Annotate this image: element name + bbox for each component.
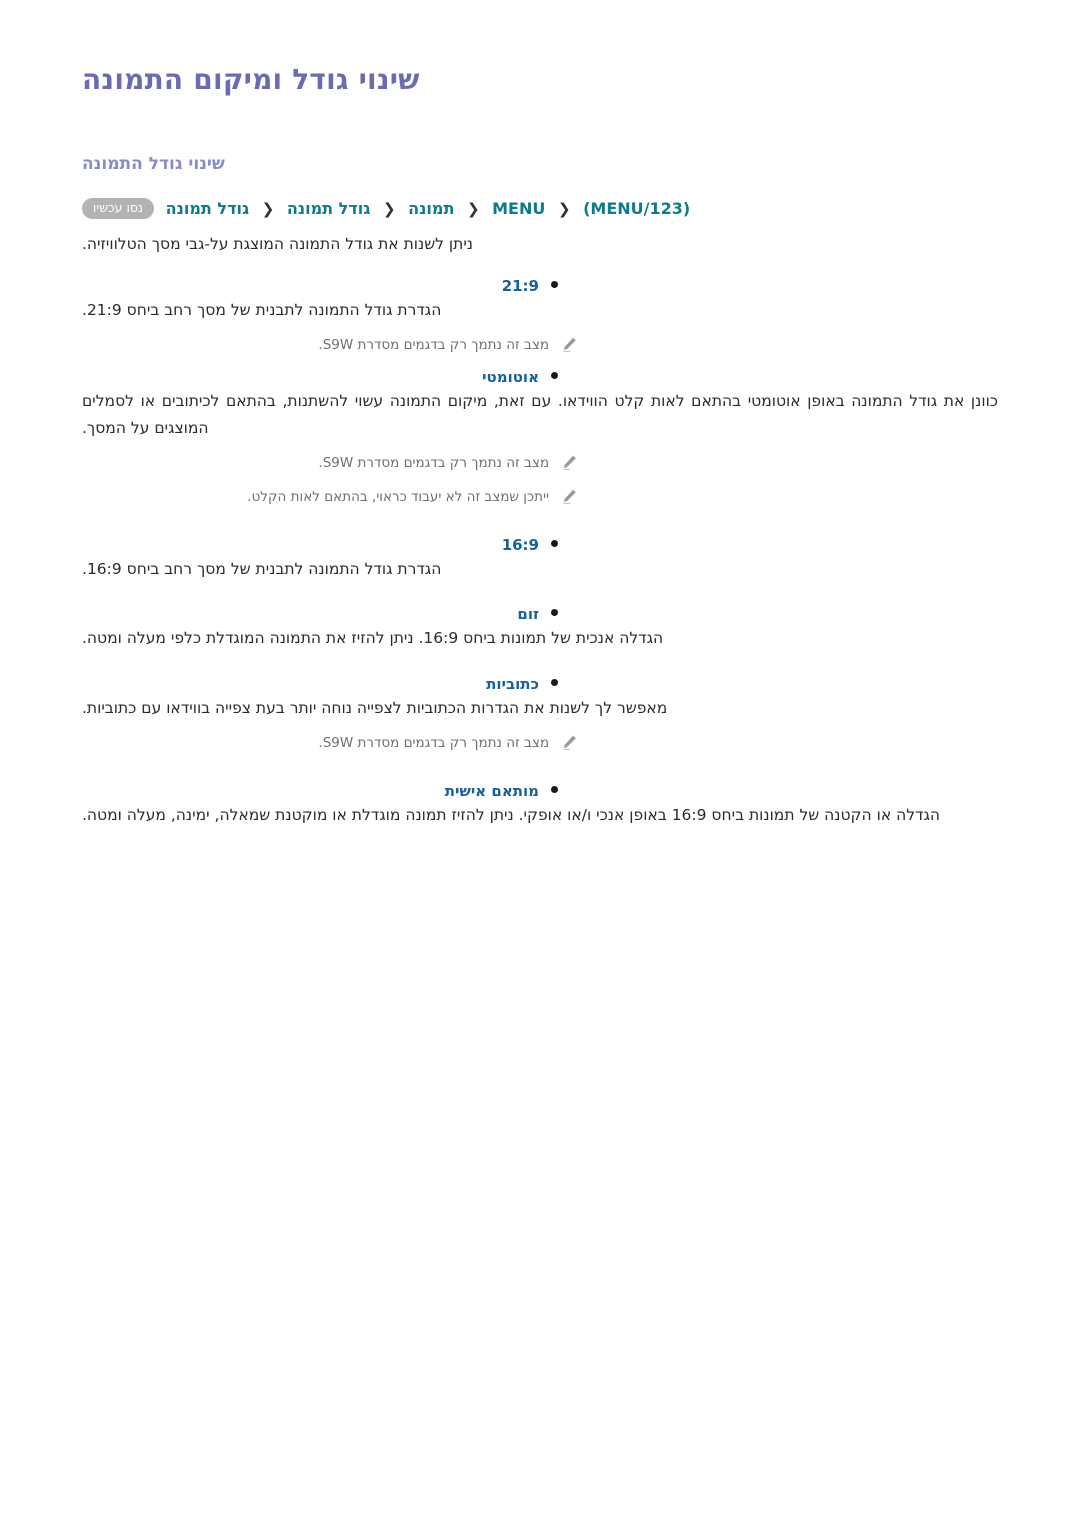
pencil-icon [561, 454, 578, 471]
document-content: שינוי גודל ומיקום התמונה שינוי גודל התמו… [82, 62, 998, 831]
option-description: הגדרת גודל התמונה לתבנית של מסך רחב ביחס… [82, 559, 442, 578]
option-description: הגדרת גודל התמונה לתבנית של מסך רחב ביחס… [82, 300, 442, 319]
bullet-icon [551, 280, 558, 288]
breadcrumb-item-picture-size-2[interactable]: גודל תמונה [166, 199, 250, 218]
section-title: שינוי גודל התמונה [82, 154, 225, 174]
bullet-icon [551, 609, 558, 617]
note-text: מצב זה נתמך רק בדגמים מסדרת S9W. [318, 337, 549, 354]
chevron-left-icon: ❮ [261, 200, 275, 219]
option-description: הגדלה אנכית של תמונות ביחס 16:9. ניתן לה… [82, 629, 664, 648]
breadcrumb-item-menu[interactable]: MENU [492, 199, 545, 218]
pencil-icon [561, 488, 578, 505]
bullet-icon [551, 786, 558, 794]
document-page: שינוי גודל ומיקום התמונה שינוי גודל התמו… [0, 0, 1080, 1527]
note-row: מצב זה נתמך רק בדגמים מסדרת S9W. [82, 335, 998, 357]
chevron-left-icon: ❮ [557, 200, 571, 219]
breadcrumb-item-picture[interactable]: תמונה [408, 199, 454, 218]
option-automatic: אוטומטי [0, 367, 998, 388]
pencil-icon [561, 734, 578, 751]
pencil-icon [561, 336, 578, 353]
option-description: הגדלה או הקטנה של תמונות ביחס 16:9 באופן… [82, 806, 941, 825]
breadcrumb: (MENU/123) ❮ MENU ❮ תמונה ❮ גודל תמונה ❮… [82, 197, 998, 221]
option-21-9: 21:9 [0, 276, 998, 297]
option-subtitles: כתוביות [0, 674, 998, 695]
option-label: אוטומטי [482, 368, 539, 386]
chevron-left-icon: ❮ [382, 200, 396, 219]
option-description: מאפשר לך לשנות את הגדרות הכתוביות לצפייה… [82, 698, 668, 717]
option-zoom: זום [0, 604, 998, 625]
option-16-9: 16:9 [0, 535, 998, 556]
page-title: שינוי גודל ומיקום התמונה [82, 63, 420, 96]
note-text: מצב זה נתמך רק בדגמים מסדרת S9W. [318, 455, 549, 472]
option-label: 16:9 [501, 535, 539, 554]
note-row: מצב זה נתמך רק בדגמים מסדרת S9W. [82, 453, 998, 475]
breadcrumb-item-menu-123[interactable]: (MENU/123) [583, 199, 690, 218]
note-row: מצב זה נתמך רק בדגמים מסדרת S9W. [82, 733, 998, 755]
bullet-icon [551, 539, 558, 547]
option-label: כתוביות [486, 674, 539, 693]
try-now-badge[interactable]: נסו עכשיו [82, 198, 154, 219]
intro-paragraph: ניתן לשנות את גודל התמונה המוצגת על-גבי … [82, 235, 473, 254]
note-text: ייתכן שמצב זה לא יעבוד כראוי, בהתאם לאות… [247, 488, 549, 505]
note-row: ייתכן שמצב זה לא יעבוד כראוי, בהתאם לאות… [82, 487, 998, 509]
bullet-icon [551, 372, 558, 379]
bullet-icon [551, 678, 558, 686]
chevron-left-icon: ❮ [466, 200, 480, 219]
breadcrumb-item-picture-size[interactable]: גודל תמונה [287, 199, 371, 218]
option-label: זום [517, 605, 539, 624]
option-description: כוונן את גודל התמונה באופן אוטומטי בהתאם… [82, 392, 998, 437]
note-text: מצב זה נתמך רק בדגמים מסדרת S9W. [318, 735, 549, 752]
option-label: מותאם אישית [444, 782, 539, 801]
option-label: 21:9 [501, 276, 539, 295]
option-custom: מותאם אישית [0, 781, 998, 802]
